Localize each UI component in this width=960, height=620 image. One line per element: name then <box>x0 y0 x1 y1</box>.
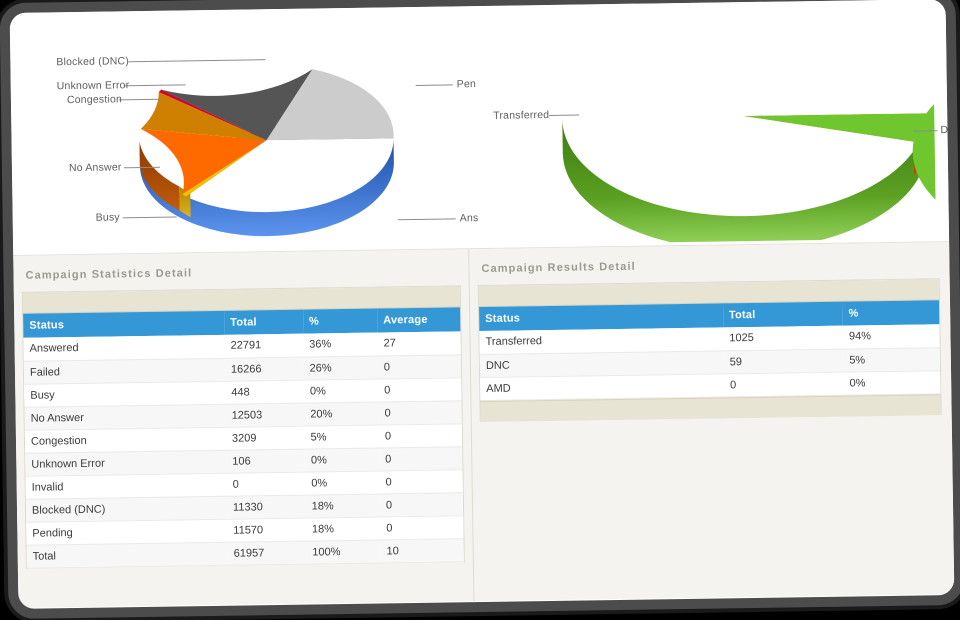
column-header-total[interactable]: Total <box>722 301 843 328</box>
column-header-status[interactable]: Status <box>479 303 724 332</box>
column-header-status[interactable]: Status <box>23 310 225 338</box>
cell-average: 10 <box>380 538 464 563</box>
cell-total: 0 <box>723 371 844 397</box>
cell-percent: 0% <box>843 370 941 395</box>
cell-average: 0 <box>379 492 464 517</box>
cell-average: 0 <box>378 400 462 425</box>
cell-status[interactable]: Invalid <box>25 472 227 499</box>
cell-average: 0 <box>378 423 463 448</box>
cell-total: 61957 <box>227 540 307 565</box>
pie-label-unknown-error: Unknown Error <box>56 79 130 93</box>
cell-percent: 5% <box>843 347 941 372</box>
cell-average: 0 <box>377 354 462 379</box>
report-card: Blocked (DNC) Unknown Error Congestion N… <box>9 0 955 609</box>
cell-status[interactable]: Congestion <box>24 426 227 453</box>
cell-status[interactable]: Failed <box>23 357 226 384</box>
cell-percent: 36% <box>303 332 378 357</box>
cell-total: 448 <box>225 379 305 404</box>
cell-percent: 94% <box>842 324 940 349</box>
cell-status[interactable]: No Answer <box>24 403 226 430</box>
cell-total: 1025 <box>723 325 844 351</box>
statistics-table-body: Answered 22791 36% 27 Failed 16266 26% 0 Busy 448… <box>23 331 464 568</box>
pie-label-dnc: DNC <box>940 123 955 137</box>
column-header-total[interactable]: Total <box>224 309 304 335</box>
campaign-statistics-detail-panel: Campaign Statistics Detail Status Total … <box>13 249 473 608</box>
cell-status[interactable]: Pending <box>26 518 228 545</box>
results-grid-wrapper: Status Total % Transferred 1025 94% DNC 59 5%… <box>477 278 942 422</box>
cell-status[interactable]: Total <box>26 541 228 568</box>
column-header-percent[interactable]: % <box>842 300 940 326</box>
cell-average: 0 <box>379 469 463 494</box>
results-table: Status Total % Transferred 1025 94% DNC 59 5%… <box>479 300 941 401</box>
statistics-grid-wrapper: Status Total % Average Answered 22791 36% 2… <box>21 285 465 569</box>
campaign-statistics-pie-chart: Blocked (DNC) Unknown Error Congestion N… <box>10 6 484 255</box>
charts-region: Blocked (DNC) Unknown Error Congestion N… <box>9 0 954 256</box>
pie-label-no-answer: No Answer <box>68 161 122 175</box>
pie-label-congestion: Congestion <box>66 93 123 107</box>
cell-status[interactable]: Busy <box>24 380 226 407</box>
detail-panels-region: Campaign Statistics Detail Status Total … <box>13 242 955 608</box>
cell-percent: 26% <box>303 355 379 380</box>
cell-percent: 0% <box>304 447 380 472</box>
campaign-results-pie-chart: Transferred DNC <box>465 0 954 248</box>
pie-label-transferred: Transferred <box>493 108 550 122</box>
cell-status[interactable]: Blocked (DNC) <box>25 495 228 522</box>
statistics-table: Status Total % Average Answered 22791 36% 2… <box>23 307 464 568</box>
cell-percent: 0% <box>305 470 380 495</box>
cell-total: 0 <box>226 471 306 496</box>
cell-total: 16266 <box>224 356 304 381</box>
cell-average: 27 <box>377 331 461 356</box>
column-header-percent[interactable]: % <box>302 308 378 334</box>
cell-total: 11330 <box>226 494 306 519</box>
column-header-average[interactable]: Average <box>377 307 461 333</box>
cell-total: 22791 <box>224 333 304 358</box>
pie-label-blocked-dnc: Blocked (DNC) <box>56 55 130 69</box>
cell-total: 106 <box>226 448 306 473</box>
results-pie-svg <box>562 49 937 244</box>
cell-total: 3209 <box>225 425 305 450</box>
cell-average: 0 <box>380 515 464 540</box>
pie-label-busy: Busy <box>95 211 120 224</box>
cell-total: 11570 <box>227 517 307 542</box>
screenshot-stage: Blocked (DNC) Unknown Error Congestion N… <box>0 0 960 620</box>
cell-percent: 18% <box>305 516 381 541</box>
cell-average: 0 <box>378 377 462 402</box>
cell-average: 0 <box>379 446 463 471</box>
cell-status[interactable]: Unknown Error <box>25 449 227 476</box>
cell-percent: 18% <box>305 493 381 518</box>
cell-total: 12503 <box>225 402 305 427</box>
results-table-body: Transferred 1025 94% DNC 59 5% AMD 0 0% <box>479 324 941 401</box>
cell-percent: 0% <box>303 378 379 403</box>
cell-percent: 20% <box>304 401 379 426</box>
campaign-results-detail-panel: Campaign Results Detail Status Total % T <box>468 242 955 602</box>
cell-total: 59 <box>723 348 844 374</box>
cell-percent: 5% <box>304 424 380 449</box>
cell-status: AMD <box>480 373 725 401</box>
cell-status[interactable]: Answered <box>23 334 225 361</box>
cell-percent: 100% <box>306 539 381 564</box>
